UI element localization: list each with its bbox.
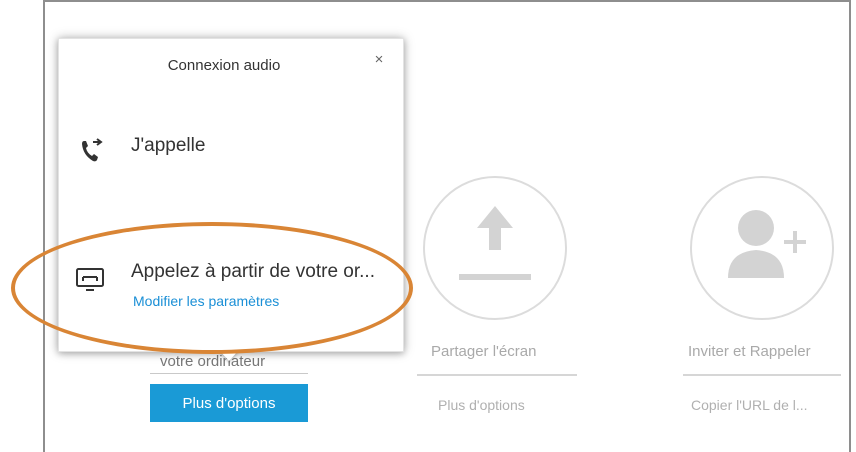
divider	[417, 374, 577, 376]
invite-label: Inviter et Rappeler	[688, 343, 811, 360]
copy-url-link[interactable]: Copier l'URL de l...	[691, 397, 808, 413]
computer-audio-icon	[76, 268, 104, 291]
more-options-button[interactable]: Plus d'options	[150, 384, 308, 422]
option-computer-audio-label: Appelez à partir de votre or...	[131, 261, 375, 282]
upload-arrow-icon	[459, 206, 531, 280]
join-audio-label: votre ordinateur	[160, 353, 266, 370]
option-call-me[interactable]: J'appelle	[59, 117, 405, 187]
share-screen-button[interactable]	[423, 176, 567, 320]
popup-title: Connexion audio	[167, 57, 281, 74]
invite-button[interactable]	[690, 176, 834, 320]
add-person-icon	[728, 210, 806, 278]
popup-pointer	[219, 350, 239, 361]
divider	[683, 374, 841, 376]
audio-connection-popup: Connexion audio × J'appelle Appelez à pa…	[58, 38, 404, 352]
close-icon[interactable]: ×	[371, 52, 387, 68]
option-call-me-label: J'appelle	[131, 135, 206, 156]
share-screen-label: Partager l'écran	[431, 343, 537, 360]
phone-outgoing-icon	[82, 138, 103, 162]
modify-settings-link[interactable]: Modifier les paramètres	[133, 293, 279, 309]
share-more-options-link[interactable]: Plus d'options	[438, 397, 525, 413]
divider	[150, 373, 308, 374]
option-computer-audio[interactable]: Appelez à partir de votre or... Modifier…	[59, 249, 405, 319]
